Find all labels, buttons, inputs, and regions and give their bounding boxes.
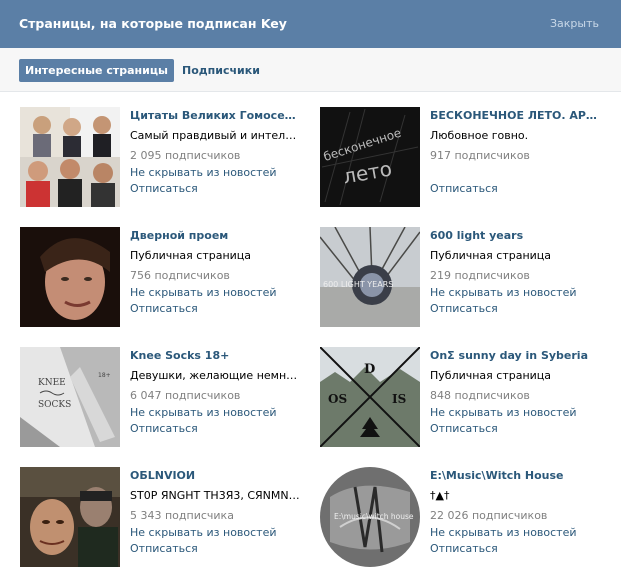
- page-card: E:\music\witch house E:\Music\Witch Hous…: [320, 467, 610, 567]
- close-button[interactable]: Закрыть: [550, 17, 599, 30]
- subscriber-count: 22 026 подписчиков: [430, 509, 548, 522]
- page-avatar[interactable]: бесконечное лето: [320, 107, 420, 207]
- thumb-text: OS: [328, 392, 347, 406]
- page-info: БЕСКОНЕЧНОЕ ЛЕТО. АРХИВ ВИЗУАЛЬНЫХ НОВЕЛ…: [430, 107, 602, 196]
- unsubscribe-link[interactable]: Отписаться: [430, 422, 602, 436]
- unsubscribe-link[interactable]: Отписаться: [130, 542, 302, 556]
- page-info: Knee Socks 18+ Девушки, желающие немного…: [130, 347, 302, 436]
- dialog-header: Страницы, на которые подписан Key Закрыт…: [0, 0, 621, 48]
- tab-bar: Интересные страницы Подписчики: [0, 48, 621, 92]
- page-card: Дверной проем Публичная страница 756 под…: [20, 227, 310, 327]
- dont-hide-from-news-link[interactable]: Не скрывать из новостей: [130, 286, 302, 300]
- thumb-text: E:\music\witch house: [334, 512, 414, 521]
- page-status: Публичная страница: [130, 249, 252, 262]
- subscriber-count: 848 подписчиков: [430, 389, 530, 402]
- dont-hide-from-news-link[interactable]: Не скрывать из новостей: [430, 526, 602, 540]
- page-name[interactable]: Knee Socks 18+: [130, 349, 302, 363]
- page-status: ST0P ЯNGHT TH3Я3, CЯNMNIALS: [130, 489, 302, 502]
- thumb-text: 18+: [98, 372, 111, 379]
- dont-hide-from-news-link[interactable]: Не скрывать из новостей: [430, 286, 602, 300]
- page-name[interactable]: Дверной проем: [130, 229, 302, 243]
- page-status: †▲†: [430, 489, 450, 502]
- page-avatar[interactable]: KNEE SOCKS 18+: [20, 347, 120, 447]
- page-status: Публичная страница: [430, 369, 552, 382]
- tab-interesting-pages[interactable]: Интересные страницы: [19, 59, 174, 82]
- page-info: Цитаты Великих Гомосексуалистов Самый пр…: [130, 107, 302, 196]
- page-name[interactable]: E:\Music\Witch House: [430, 469, 602, 483]
- thumb-text: IS: [392, 392, 406, 406]
- thumb-text: SOCKS: [38, 400, 71, 410]
- pages-grid: Цитаты Великих Гомосексуалистов Самый пр…: [0, 92, 621, 583]
- subscriber-count: 6 047 подписчиков: [130, 389, 241, 402]
- subscriber-count: 5 343 подписчика: [130, 509, 234, 522]
- page-name[interactable]: Цитаты Великих Гомосексуалистов: [130, 109, 302, 123]
- dont-hide-from-news-link[interactable]: Не скрывать из новостей: [130, 166, 302, 180]
- page-avatar[interactable]: D OS IS: [320, 347, 420, 447]
- page-info: Дверной проем Публичная страница 756 под…: [130, 227, 302, 316]
- tab-subscribers[interactable]: Подписчики: [176, 59, 266, 82]
- page-card: 600 LIGHT YEARS 600 light years Публична…: [320, 227, 610, 327]
- page-card: KNEE SOCKS 18+ Knee Socks 18+ Девушки, ж…: [20, 347, 310, 447]
- unsubscribe-link[interactable]: Отписаться: [430, 542, 602, 556]
- page-card: D OS IS OnΣ sunny day in Syberia Публичн…: [320, 347, 610, 447]
- unsubscribe-link[interactable]: Отписаться: [130, 182, 302, 196]
- page-card: бесконечное лето БЕСКОНЕЧНОЕ ЛЕТО. АРХИВ…: [320, 107, 610, 207]
- page-avatar[interactable]: E:\music\witch house: [320, 467, 420, 567]
- dont-hide-from-news-link[interactable]: Не скрывать из новостей: [130, 526, 302, 540]
- page-status: Публичная страница: [430, 249, 552, 262]
- subscriber-count: 219 подписчиков: [430, 269, 530, 282]
- thumb-text: KNEE: [38, 378, 66, 388]
- page-info: OnΣ sunny day in Syberia Публичная стран…: [430, 347, 602, 436]
- subscriber-count: 756 подписчиков: [130, 269, 230, 282]
- page-card: Цитаты Великих Гомосексуалистов Самый пр…: [20, 107, 310, 207]
- dont-hide-from-news-link[interactable]: Не скрывать из новостей: [130, 406, 302, 420]
- thumb-text: D: [364, 362, 375, 377]
- unsubscribe-link[interactable]: Отписаться: [130, 302, 302, 316]
- page-avatar[interactable]: [20, 107, 120, 207]
- page-name[interactable]: OnΣ sunny day in Syberia: [430, 349, 602, 363]
- page-name[interactable]: OБLNVIOИ: [130, 469, 302, 483]
- thumb-text: 600 LIGHT YEARS: [323, 280, 393, 289]
- page-info: 600 light years Публичная страница 219 п…: [430, 227, 602, 316]
- dialog-title: Страницы, на которые подписан Key: [19, 16, 287, 31]
- unsubscribe-link[interactable]: Отписаться: [430, 302, 602, 316]
- page-info: OБLNVIOИ ST0P ЯNGHT TH3Я3, CЯNMNIALS 5 3…: [130, 467, 302, 556]
- page-avatar[interactable]: [20, 467, 120, 567]
- dont-hide-from-news-link[interactable]: Не скрывать из новостей: [430, 406, 602, 420]
- page-name[interactable]: БЕСКОНЕЧНОЕ ЛЕТО. АРХИВ ВИЗУАЛЬНЫХ НОВЕЛ…: [430, 109, 602, 123]
- page-avatar[interactable]: [20, 227, 120, 327]
- page-card: OБLNVIOИ ST0P ЯNGHT TH3Я3, CЯNMNIALS 5 3…: [20, 467, 310, 567]
- page-avatar[interactable]: 600 LIGHT YEARS: [320, 227, 420, 327]
- page-name[interactable]: 600 light years: [430, 229, 602, 243]
- unsubscribe-link[interactable]: Отписаться: [430, 182, 602, 196]
- page-status: Самый правдивый и интеллектуальный пабли…: [130, 129, 302, 142]
- page-status: Любовное говно.: [430, 129, 529, 142]
- page-info: E:\Music\Witch House †▲† 22 026 подписчи…: [430, 467, 602, 556]
- subscriber-count: 2 095 подписчиков: [130, 149, 241, 162]
- subscriber-count: 917 подписчиков: [430, 149, 530, 162]
- unsubscribe-link[interactable]: Отписаться: [130, 422, 302, 436]
- page-status: Девушки, желающие немного внимания: [130, 369, 302, 382]
